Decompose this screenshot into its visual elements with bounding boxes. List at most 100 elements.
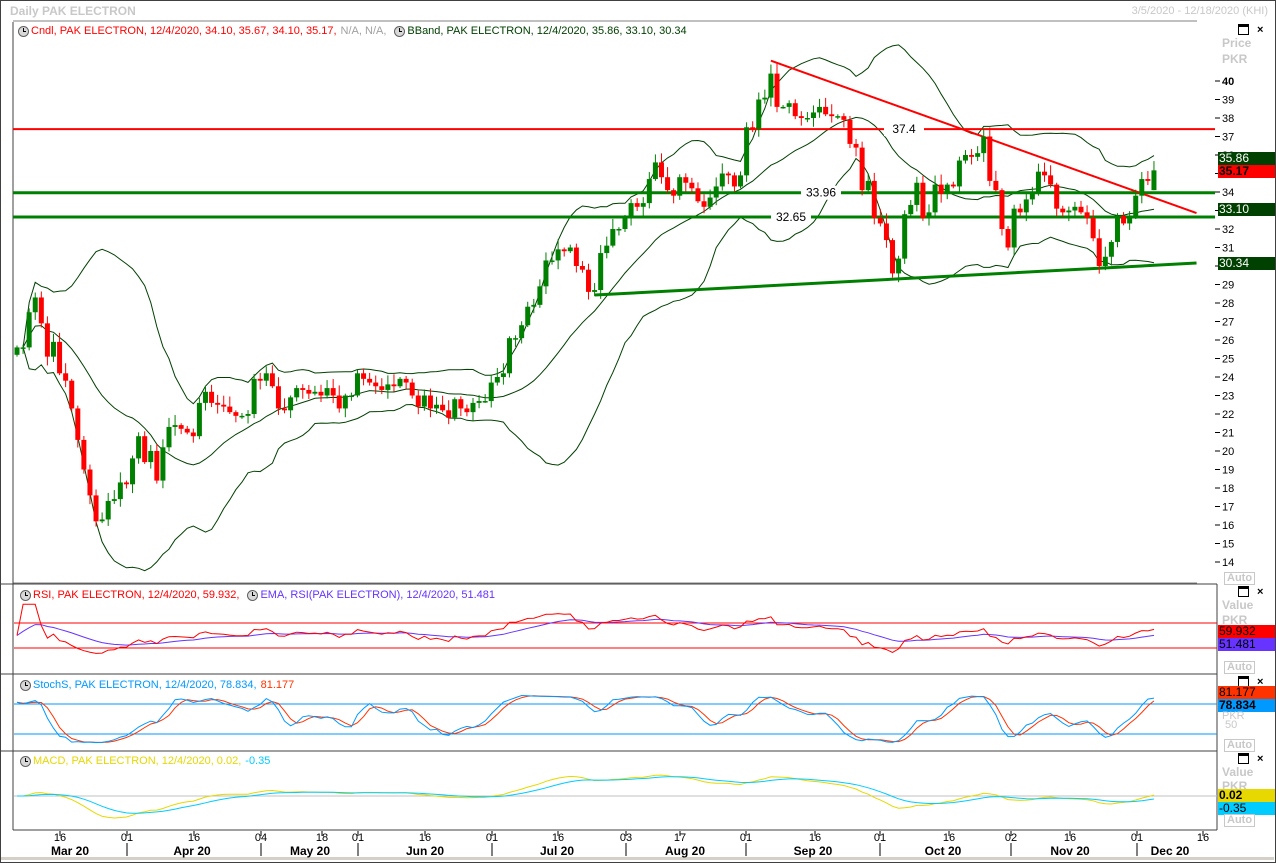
candle-body — [130, 458, 136, 485]
candle-body — [853, 143, 859, 148]
candle-body — [944, 184, 950, 194]
date-tick-label: 16 — [1197, 832, 1209, 844]
stoch-k-line — [16, 694, 1155, 744]
candle-body — [573, 247, 579, 266]
candle-body — [300, 388, 306, 390]
price-tick-label: 34 — [1222, 187, 1234, 199]
candle-body — [926, 212, 932, 218]
candle-body — [44, 323, 50, 357]
bband-lower-line — [22, 157, 1155, 572]
candle-body — [1048, 175, 1054, 185]
candle-body — [1066, 210, 1072, 213]
price-tick-label: 39 — [1222, 95, 1234, 107]
clock-icon[interactable] — [18, 25, 29, 37]
date-tick-label: 01 — [874, 832, 886, 844]
price-tick-label: 24 — [1222, 372, 1234, 384]
stoch-auto-button[interactable]: Auto — [1224, 739, 1256, 752]
maximize-icon[interactable] — [1238, 753, 1249, 764]
candle-body — [513, 338, 519, 340]
date-tick-label: 17 — [674, 832, 686, 844]
candle-body — [20, 347, 26, 349]
candle-body — [336, 395, 342, 409]
month-label: Dec 20 — [1151, 844, 1190, 858]
clock-icon[interactable] — [20, 589, 31, 601]
candle-body — [14, 347, 20, 355]
clock-icon[interactable] — [394, 25, 406, 37]
candle-body — [543, 260, 549, 287]
candle-body — [440, 404, 446, 411]
candle-body — [69, 380, 75, 409]
candle-body — [689, 182, 695, 189]
clock-icon[interactable] — [247, 589, 259, 601]
candle-body — [500, 373, 506, 377]
candle-body — [622, 217, 628, 229]
maximize-icon[interactable] — [1238, 24, 1249, 35]
price-auto-button[interactable]: Auto — [1224, 572, 1256, 585]
price-tick-label: 22 — [1222, 409, 1234, 421]
price-tick-label: 21 — [1222, 428, 1234, 440]
close-icon[interactable]: × — [1257, 24, 1263, 36]
candle-body — [1042, 171, 1048, 176]
price-tick-label: 37 — [1222, 132, 1234, 144]
candle-body — [257, 378, 263, 381]
macd-axis-title: Value — [1222, 765, 1254, 779]
close-icon[interactable]: × — [1257, 753, 1263, 765]
candle-body — [847, 119, 853, 144]
price-tick-label: 32 — [1222, 224, 1234, 236]
clock-icon[interactable] — [20, 755, 31, 767]
candle-body — [458, 399, 464, 409]
candle-body — [804, 118, 810, 120]
candle-body — [519, 325, 525, 339]
candle-body — [342, 395, 348, 409]
date-tick-label: 16 — [1064, 832, 1076, 844]
maximize-icon[interactable] — [1238, 586, 1249, 597]
candle-body — [415, 395, 421, 407]
candle-body — [1060, 208, 1066, 213]
price-tick-label: 16 — [1222, 520, 1234, 532]
date-tick-label: 01 — [352, 832, 364, 844]
candle-body — [57, 341, 63, 374]
candle-body — [427, 395, 433, 409]
candle-body — [245, 414, 251, 416]
candle-body — [1023, 199, 1029, 213]
candle-body — [920, 182, 926, 218]
candle-body — [774, 73, 780, 107]
candle-body — [713, 186, 719, 198]
candle-body — [318, 391, 324, 396]
close-icon[interactable]: × — [1257, 586, 1263, 598]
macd-auto-button[interactable]: Auto — [1224, 814, 1256, 827]
candle-body — [537, 286, 543, 305]
candle-body — [324, 388, 330, 396]
clock-icon[interactable] — [20, 679, 31, 691]
candle-body — [1072, 206, 1078, 211]
candle-body — [142, 436, 148, 463]
candle-body — [488, 382, 494, 402]
price-tick-label: 20 — [1222, 446, 1234, 458]
candle-body — [695, 188, 701, 202]
signal-legend-text: -0.35 — [245, 755, 271, 767]
candle-body — [555, 249, 561, 261]
candle-body — [598, 253, 604, 291]
candle-body — [658, 162, 664, 178]
candle-body — [798, 116, 804, 118]
candle-body — [1029, 193, 1035, 200]
candle-body — [1127, 216, 1133, 224]
candle-body — [999, 190, 1005, 229]
candle-body — [1011, 208, 1017, 248]
rsi-auto-button[interactable]: Auto — [1224, 661, 1256, 674]
candle-body — [592, 290, 598, 292]
candle-body — [1133, 195, 1139, 217]
candle-body — [221, 404, 227, 407]
candle-body — [367, 378, 373, 383]
candle-body — [105, 500, 111, 520]
candle-body — [506, 338, 512, 374]
candle-body — [768, 73, 774, 98]
price-tick-label: 38 — [1222, 113, 1234, 125]
candle-body — [361, 373, 367, 379]
chart-canvas[interactable]: 1415161718192021222324252627282930313233… — [0, 0, 1276, 863]
candle-body — [634, 203, 640, 207]
candle-body — [640, 203, 646, 207]
candle-body — [99, 519, 105, 522]
bband-lower-value: 30.34 — [1218, 257, 1275, 270]
candle-body — [786, 103, 792, 107]
